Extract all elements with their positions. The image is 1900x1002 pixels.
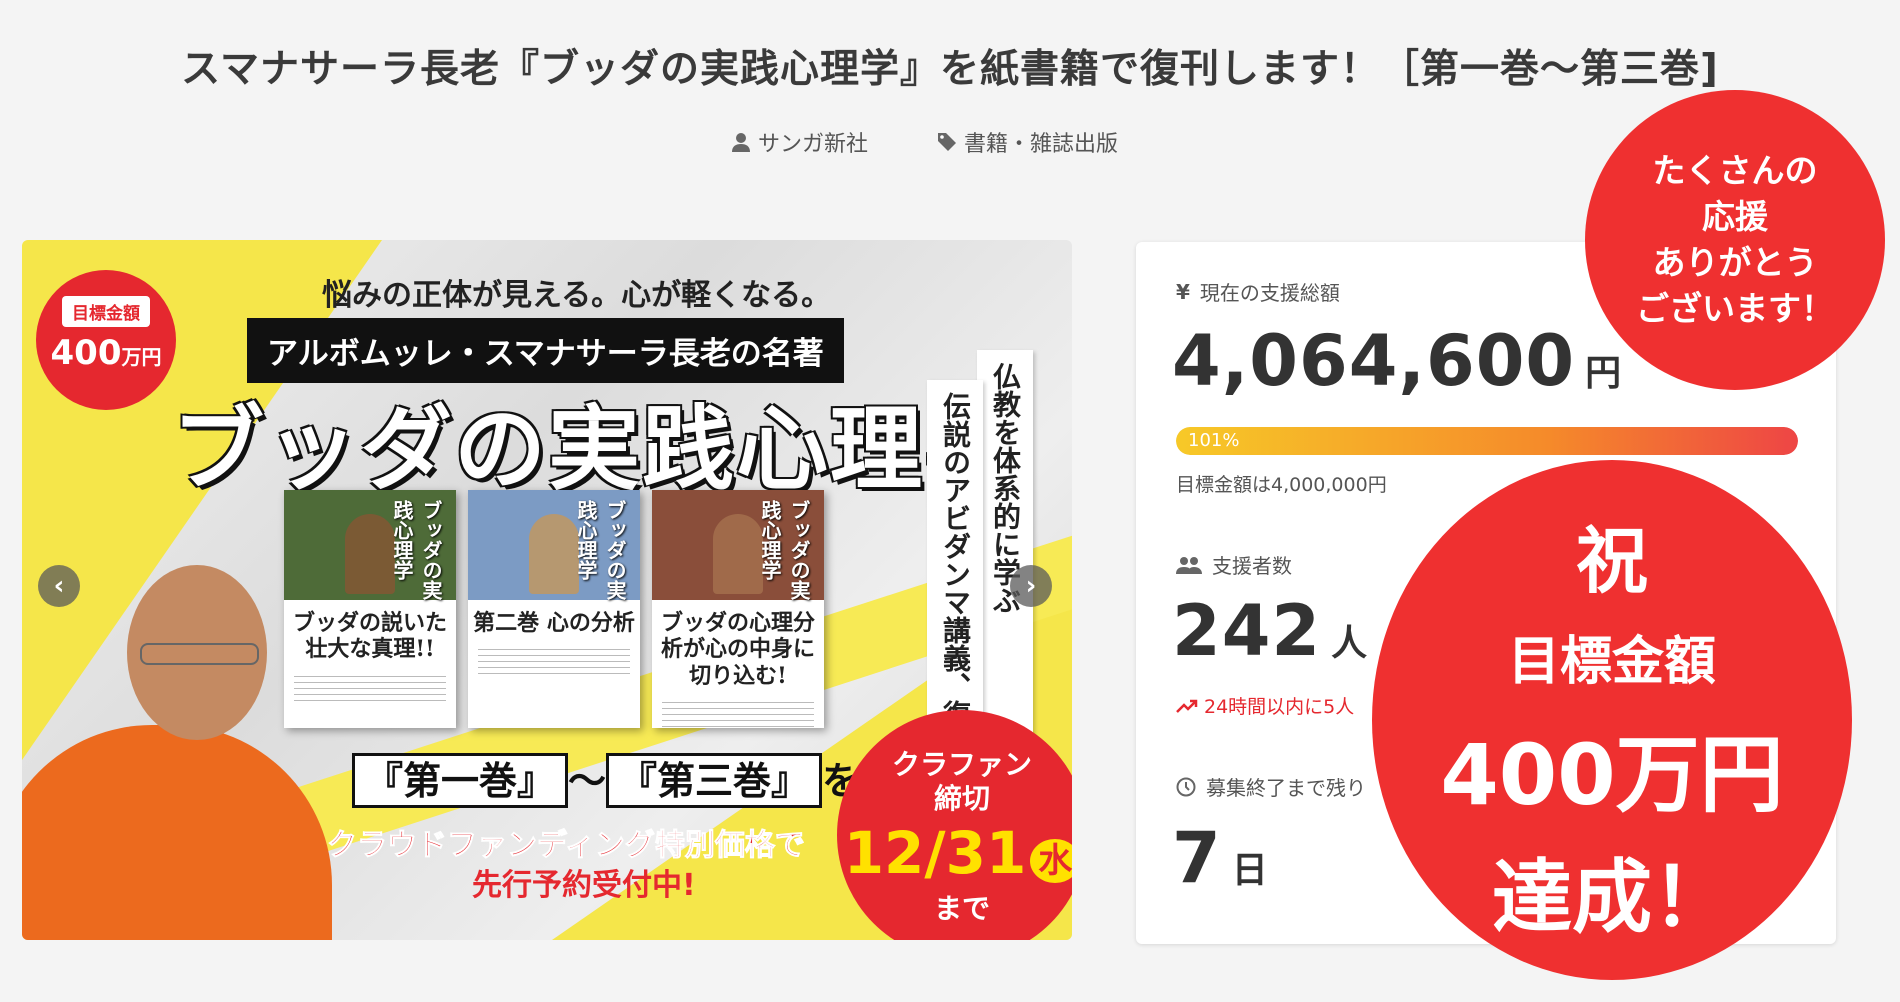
deadline-date-value: 12/31 [843, 819, 1027, 888]
book-cover-title: ブッダの実践心理学 [758, 500, 811, 600]
chevron-right-icon: › [1025, 571, 1037, 601]
remaining-days: 7日 [1172, 817, 1269, 899]
thanks-line: たくさんの [1652, 150, 1818, 190]
thanks-line: 応援 [1702, 196, 1768, 236]
book-blurb: ブッダの心理分析が心の中身に切り込む! [660, 610, 815, 689]
hero-carousel[interactable]: 目標金額 400万円 悩みの正体が見える。心が軽くなる。 アルボムッレ・スマナサ… [22, 240, 1072, 940]
volumes-separator: 〜 [568, 758, 607, 803]
monk-robe [22, 725, 332, 940]
goal-badge-label: 目標金額 [62, 296, 150, 327]
clock-icon [1176, 777, 1196, 796]
deadline-weekday: 水 [1030, 838, 1072, 883]
hero-book-title: ブッダの実践心理学 [172, 395, 1019, 503]
deadline-label-line: 締切 [933, 781, 990, 815]
goal-achieved-overlay: 祝 目標金額 400万円 達成！ [1372, 460, 1852, 980]
deadline-date: 12/31 水 [837, 819, 1072, 887]
goal-badge: 目標金額 400万円 [36, 270, 176, 410]
trend-text: 24時間以内に5人 [1204, 696, 1355, 718]
book-body-text [478, 644, 630, 679]
book-cover-title: ブッダの実践心理学 [574, 500, 627, 600]
project-title: スマナサーラ長老『ブッダの実践心理学』を紙書籍で復刊します！［第一巻〜第三巻] [181, 47, 1719, 92]
thanks-line: ありがとう [1652, 243, 1818, 282]
remaining-days-unit: 日 [1231, 850, 1269, 891]
hero-tagline: 悩みの正体が見える。心が軽くなる。 [322, 278, 832, 313]
total-funding-value: 4,064,600 [1172, 320, 1576, 402]
backers-count-value: 242 [1172, 590, 1322, 672]
hero-volumes: 『第一巻』〜『第三巻』を [352, 750, 860, 808]
volume-3-label: 『第三巻』 [606, 753, 823, 808]
category-name: 書籍・雑誌出版 [964, 132, 1119, 157]
goal-amount-text: 目標金額は4,000,000円 [1176, 474, 1387, 496]
total-funding-label: ¥ 現在の支援総額 [1176, 277, 1340, 306]
volume-1-label: 『第一巻』 [352, 753, 569, 808]
monk-glasses [140, 643, 259, 665]
goal-badge-amount: 400万円 [36, 333, 176, 373]
author-name: サンガ新社 [758, 132, 869, 157]
achieve-line: 400万円 [1440, 726, 1784, 824]
deadline-suffix: まで [933, 892, 990, 926]
backers-count: 242 人 [1172, 590, 1368, 672]
tag-icon [938, 133, 956, 151]
book-cover-volume-3: ブッダの実践心理学 ブッダの心理分析が心の中身に切り込む! [652, 490, 824, 728]
user-icon [732, 133, 750, 152]
promo-line: クラウドファンディング特別価格で [327, 828, 806, 864]
remaining-label: 募集終了まで残り [1176, 772, 1366, 801]
thanks-overlay: たくさんの 応援 ありがとう ございます！ [1585, 90, 1885, 390]
goal-badge-number: 400 [50, 333, 122, 373]
funding-progress-bar: 101% [1176, 427, 1798, 455]
hero-vertical-text: 仏教を体系的に学ぶ [977, 350, 1033, 734]
achieve-line: 達成！ [1492, 851, 1732, 944]
book-cover-art: ブッダの実践心理学 [652, 490, 824, 600]
carousel-prev-button[interactable]: ‹ [38, 565, 80, 607]
total-funding-label-text: 現在の支援総額 [1199, 281, 1340, 305]
thanks-line: ございます！ [1636, 289, 1834, 329]
yen-icon: ¥ [1176, 279, 1190, 304]
progress-fill: 101% [1176, 427, 1798, 455]
chevron-left-icon: ‹ [53, 571, 65, 601]
book-cover-volume-2: ブッダの実践心理学 第二巻 心の分析 [468, 490, 640, 728]
promo-line: 先行予約受付中! [472, 868, 696, 903]
category-link[interactable]: 書籍・雑誌出版 [938, 126, 1118, 158]
achieve-line: 祝 [1575, 519, 1648, 603]
author-link[interactable]: サンガ新社 [732, 126, 868, 158]
total-funding-unit: 円 [1585, 353, 1623, 394]
backers-count-unit: 人 [1331, 623, 1369, 664]
backers-label-text: 支援者数 [1212, 554, 1292, 578]
achieve-line: 目標金額 [1507, 632, 1716, 692]
backers-trend: 24時間以内に5人 [1176, 692, 1354, 719]
remaining-label-text: 募集終了まで残り [1206, 776, 1366, 800]
book-body-text [662, 697, 814, 728]
book-blurb: 第二巻 心の分析 [473, 610, 635, 636]
book-cover-art: ブッダの実践心理学 [468, 490, 640, 600]
hero-author-bar: アルボムッレ・スマナサーラ長老の名著 [247, 318, 844, 383]
goal-badge-unit: 万円 [121, 345, 162, 369]
total-funding-amount: 4,064,600 円 [1172, 320, 1622, 402]
users-icon [1176, 556, 1202, 574]
book-cover-title: ブッダの実践心理学 [390, 500, 443, 600]
remaining-days-value: 7 [1172, 817, 1222, 899]
deadline-label-line: クラファン [891, 748, 1032, 781]
deadline-label: クラファン 締切 [837, 748, 1072, 815]
trending-up-icon [1176, 699, 1198, 713]
backers-label: 支援者数 [1176, 550, 1292, 579]
carousel-next-button[interactable]: › [1010, 565, 1052, 607]
